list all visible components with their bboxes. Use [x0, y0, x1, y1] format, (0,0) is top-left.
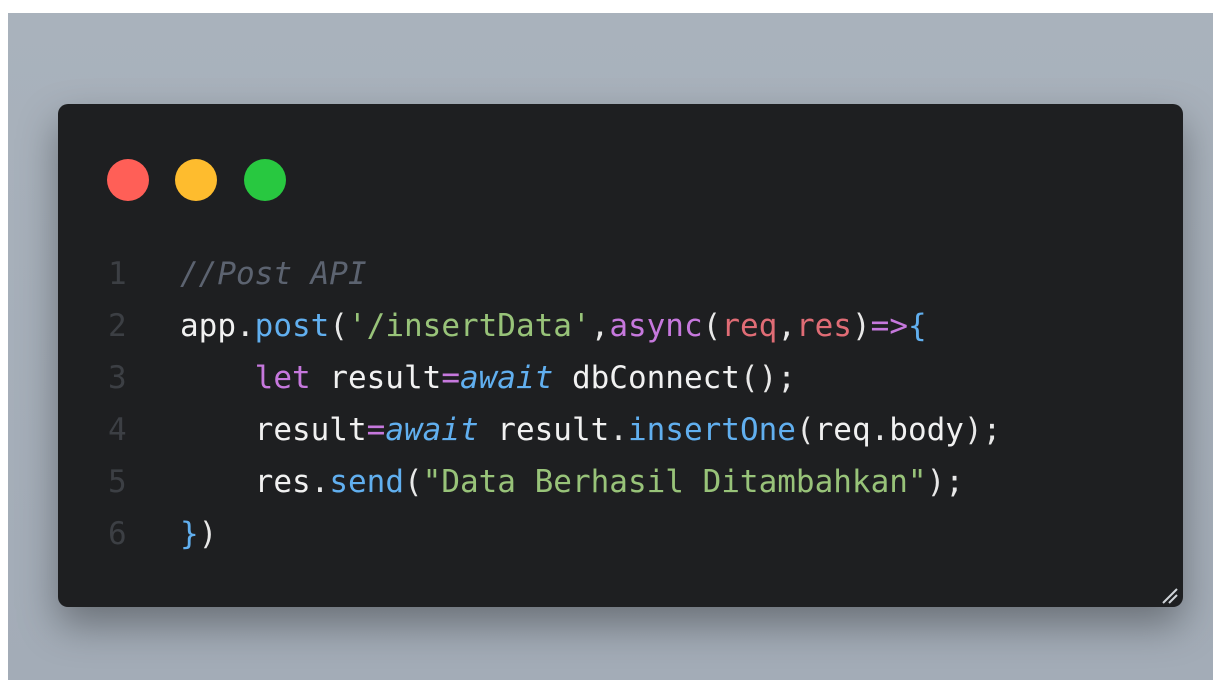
code-token: res: [795, 308, 852, 344]
code-token: ();: [739, 360, 796, 396]
code-token: (: [403, 464, 423, 500]
code-token: result: [310, 360, 442, 396]
code-token: =: [441, 360, 460, 396]
code-token: post: [254, 308, 330, 344]
code-token: res: [254, 464, 311, 500]
line-number: 5: [108, 464, 127, 500]
code-token: (: [329, 308, 348, 344]
code-token: body: [889, 412, 964, 448]
code-token: );: [963, 412, 1002, 448]
code-token: (: [795, 412, 815, 448]
code-text: app.post('/insertData',async(req,res)=>{: [180, 300, 927, 352]
close-traffic-light[interactable]: [107, 159, 149, 201]
code-token: );: [926, 464, 964, 500]
code-token: result: [254, 412, 367, 448]
maximize-traffic-light[interactable]: [244, 159, 286, 201]
code-token: ,: [590, 308, 610, 344]
code-token: .: [609, 412, 628, 448]
code-token: ): [851, 308, 871, 344]
code-token: ): [198, 516, 218, 552]
code-token: }: [180, 516, 199, 552]
line-number: 3: [108, 360, 127, 396]
code-token: .: [310, 464, 330, 500]
code-token: result: [478, 412, 610, 448]
code-token: =>: [870, 308, 908, 344]
code-token: req: [814, 412, 871, 448]
code-text: let result=await dbConnect();: [180, 352, 796, 404]
code-token: insertOne: [627, 412, 796, 448]
code-text: res.send("Data Berhasil Ditambahkan");: [180, 456, 964, 508]
code-token: '/insertData': [348, 308, 591, 344]
resize-handle-icon[interactable]: [1159, 585, 1179, 605]
code-token: (: [702, 308, 722, 344]
line-number: 1: [108, 256, 127, 292]
code-token: dbConnect: [553, 360, 740, 396]
code-token: {: [907, 308, 927, 344]
code-token: ,: [777, 308, 796, 344]
code-text: result=await result.insertOne(req.body);: [180, 404, 1002, 456]
code-token: let: [254, 360, 311, 396]
code-token: async: [609, 308, 703, 344]
code-token: "Data Berhasil Ditambahkan": [422, 464, 927, 500]
code-token: app: [180, 308, 236, 344]
code-token: .: [870, 412, 890, 448]
code-token: send: [329, 464, 404, 500]
code-token: =: [366, 412, 386, 448]
code-text: }): [180, 508, 217, 560]
code-token: req: [721, 308, 778, 344]
minimize-traffic-light[interactable]: [175, 159, 217, 201]
code-token: //Post API: [180, 256, 367, 292]
line-number: 2: [108, 308, 127, 344]
line-number: 6: [108, 516, 127, 552]
code-token: .: [236, 308, 255, 344]
code-token: await: [459, 360, 554, 396]
line-number: 4: [108, 412, 127, 448]
code-token: await: [385, 412, 479, 448]
code-text: //Post API: [180, 248, 367, 300]
